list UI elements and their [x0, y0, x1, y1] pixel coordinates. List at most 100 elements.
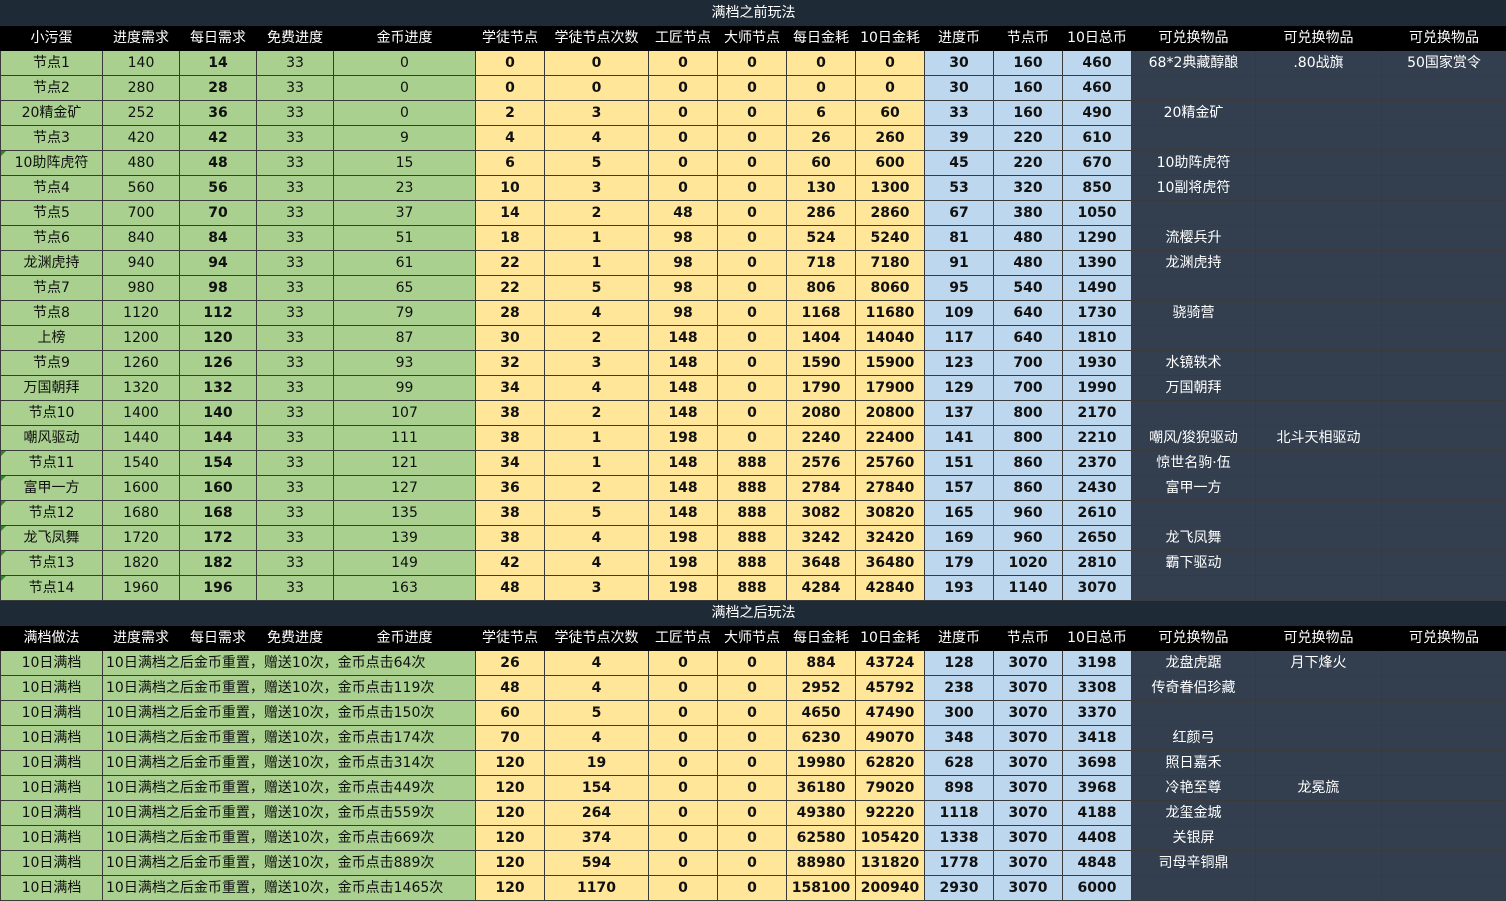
table-cell[interactable]: 0: [787, 51, 856, 76]
table-cell[interactable]: 121: [334, 451, 476, 476]
table-cell[interactable]: 700: [994, 351, 1063, 376]
table-cell[interactable]: [1382, 426, 1506, 451]
table-cell[interactable]: 15: [334, 151, 476, 176]
table-cell[interactable]: [1382, 851, 1506, 876]
table-cell[interactable]: 10副将虎符: [1132, 176, 1256, 201]
table-cell[interactable]: 0: [718, 326, 787, 351]
table-cell[interactable]: 87: [334, 326, 476, 351]
table-cell[interactable]: 10日满档: [1, 676, 103, 701]
table-cell[interactable]: 92220: [856, 801, 925, 826]
table-cell[interactable]: [1382, 376, 1506, 401]
table-cell[interactable]: 1590: [787, 351, 856, 376]
table-cell[interactable]: 节点6: [1, 226, 103, 251]
table-cell[interactable]: 135: [334, 501, 476, 526]
table-cell[interactable]: 160: [994, 51, 1063, 76]
table-cell[interactable]: 172: [180, 526, 257, 551]
table-cell[interactable]: 98: [649, 251, 718, 276]
table-cell[interactable]: 1020: [994, 551, 1063, 576]
table-cell[interactable]: [1256, 226, 1382, 251]
table-cell[interactable]: 富甲一方: [1, 476, 103, 501]
table-cell[interactable]: 99: [334, 376, 476, 401]
table-cell[interactable]: 0: [649, 101, 718, 126]
table-cell[interactable]: [1256, 401, 1382, 426]
table-cell[interactable]: 5: [545, 701, 649, 726]
table-cell[interactable]: 0: [545, 51, 649, 76]
table-cell[interactable]: 260: [856, 126, 925, 151]
table-cell[interactable]: 610: [1063, 126, 1132, 151]
table-cell[interactable]: 32420: [856, 526, 925, 551]
table-cell[interactable]: 1810: [1063, 326, 1132, 351]
table-cell[interactable]: 480: [994, 251, 1063, 276]
table-cell[interactable]: 33: [257, 201, 334, 226]
table-cell[interactable]: 154: [545, 776, 649, 801]
table-cell[interactable]: [1382, 751, 1506, 776]
table-cell[interactable]: 98: [649, 226, 718, 251]
table-cell[interactable]: 81: [925, 226, 994, 251]
note-cell[interactable]: 10日满档之后金币重置，赠送10次，金币点击150次: [103, 701, 476, 726]
table-cell[interactable]: 107: [334, 401, 476, 426]
table-cell[interactable]: 28: [180, 76, 257, 101]
table-cell[interactable]: 540: [994, 276, 1063, 301]
table-cell[interactable]: 47490: [856, 701, 925, 726]
table-cell[interactable]: [1256, 801, 1382, 826]
table-cell[interactable]: 980: [103, 276, 180, 301]
table-cell[interactable]: 月下烽火: [1256, 651, 1382, 676]
table-cell[interactable]: 流樱兵升: [1132, 226, 1256, 251]
table-cell[interactable]: 45: [925, 151, 994, 176]
table-cell[interactable]: 0: [856, 51, 925, 76]
table-cell[interactable]: 117: [925, 326, 994, 351]
table-cell[interactable]: 280: [103, 76, 180, 101]
table-cell[interactable]: 33: [257, 251, 334, 276]
table-cell[interactable]: 140: [180, 401, 257, 426]
table-cell[interactable]: [1256, 326, 1382, 351]
table-cell[interactable]: 120: [476, 801, 545, 826]
table-cell[interactable]: 9: [334, 126, 476, 151]
table-cell[interactable]: 480: [994, 226, 1063, 251]
table-cell[interactable]: [1256, 726, 1382, 751]
note-cell[interactable]: 10日满档之后金币重置，赠送10次，金币点击64次: [103, 651, 476, 676]
table-cell[interactable]: 3070: [1063, 576, 1132, 601]
table-cell[interactable]: 960: [994, 526, 1063, 551]
table-cell[interactable]: [1382, 276, 1506, 301]
table-cell[interactable]: 0: [718, 676, 787, 701]
table-cell[interactable]: 0: [649, 826, 718, 851]
table-cell[interactable]: 36: [476, 476, 545, 501]
table-cell[interactable]: 112: [180, 301, 257, 326]
table-cell[interactable]: [1256, 251, 1382, 276]
table-cell[interactable]: 2210: [1063, 426, 1132, 451]
table-cell[interactable]: [1256, 851, 1382, 876]
table-cell[interactable]: [1132, 501, 1256, 526]
table-cell[interactable]: 600: [856, 151, 925, 176]
table-cell[interactable]: 888: [718, 476, 787, 501]
table-cell[interactable]: 33: [257, 176, 334, 201]
table-cell[interactable]: 0: [718, 826, 787, 851]
table-cell[interactable]: 4: [545, 651, 649, 676]
table-cell[interactable]: 65: [334, 276, 476, 301]
table-cell[interactable]: 2: [545, 476, 649, 501]
table-cell[interactable]: 3198: [1063, 651, 1132, 676]
table-cell[interactable]: 0: [718, 701, 787, 726]
table-cell[interactable]: 龙渊虎持: [1, 251, 103, 276]
table-cell[interactable]: 1: [545, 251, 649, 276]
table-cell[interactable]: 冷艳至尊: [1132, 776, 1256, 801]
table-cell[interactable]: 264: [545, 801, 649, 826]
table-cell[interactable]: [1132, 401, 1256, 426]
table-cell[interactable]: 940: [103, 251, 180, 276]
table-cell[interactable]: 4: [545, 376, 649, 401]
table-cell[interactable]: 1140: [994, 576, 1063, 601]
table-cell[interactable]: 传奇眷侣珍藏: [1132, 676, 1256, 701]
table-cell[interactable]: 节点3: [1, 126, 103, 151]
table-cell[interactable]: 640: [994, 326, 1063, 351]
table-cell[interactable]: 348: [925, 726, 994, 751]
table-cell[interactable]: 131820: [856, 851, 925, 876]
table-cell[interactable]: 120: [476, 751, 545, 776]
table-cell[interactable]: 5: [545, 151, 649, 176]
table-cell[interactable]: 888: [718, 576, 787, 601]
table-cell[interactable]: 898: [925, 776, 994, 801]
table-cell[interactable]: 38: [476, 426, 545, 451]
table-cell[interactable]: [1132, 276, 1256, 301]
table-cell[interactable]: 1960: [103, 576, 180, 601]
table-cell[interactable]: 151: [925, 451, 994, 476]
table-cell[interactable]: 30: [925, 76, 994, 101]
table-cell[interactable]: 670: [1063, 151, 1132, 176]
